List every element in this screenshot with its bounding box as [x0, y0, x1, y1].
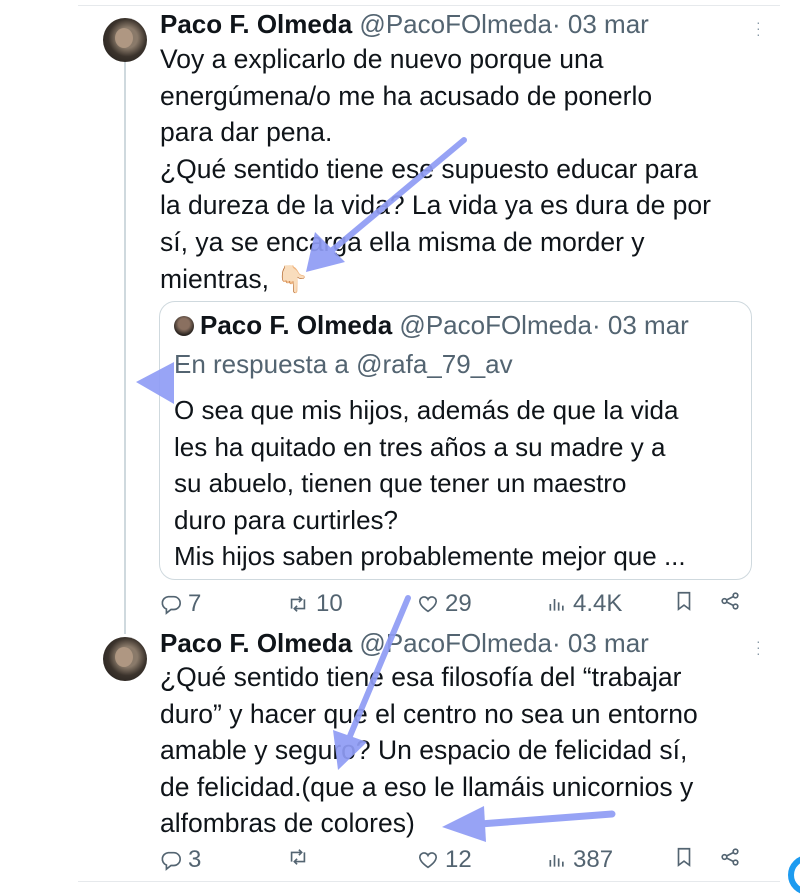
- bookmark-button[interactable]: [673, 846, 695, 868]
- reply-count: 3: [188, 846, 202, 873]
- share-icon: [721, 848, 739, 866]
- top-divider: [78, 5, 780, 6]
- quoted-author-handle: @PacoFOlmeda: [399, 310, 592, 340]
- separator-dot: ·: [592, 310, 601, 340]
- tweet-text-line: Voy a explicarlo de nuevo porque una: [160, 44, 604, 74]
- views-button[interactable]: 4.4K: [547, 590, 622, 618]
- retweet-button[interactable]: 10: [286, 590, 343, 618]
- author-name[interactable]: Paco F. Olmeda: [160, 628, 352, 658]
- tweet-text-line: mientras, 👇🏻: [160, 263, 310, 294]
- tweet-date[interactable]: 03 mar: [568, 628, 649, 658]
- author-handle[interactable]: @PacoFOlmeda: [359, 628, 552, 658]
- tweet-text-line: de felicidad.(que a eso le llamáis unico…: [160, 771, 694, 802]
- tweet-actions: 7 10 29 4.4K: [160, 590, 750, 624]
- quoted-header: Paco F. Olmeda @PacoFOlmeda· 03 mar: [200, 310, 689, 340]
- thread-connector-line: [124, 62, 126, 634]
- reply-button[interactable]: 7: [160, 590, 201, 618]
- tweet-actions: 3 12 387: [160, 846, 750, 880]
- tweet-1[interactable]: Paco F. Olmeda @PacoFOlmeda· 03 mar Voy …: [160, 9, 760, 297]
- tweet-2[interactable]: Paco F. Olmeda @PacoFOlmeda· 03 mar ¿Qué…: [160, 628, 760, 842]
- separator-dot: ·: [552, 628, 561, 658]
- compose-button-edge[interactable]: [788, 855, 800, 895]
- quoted-author-name: Paco F. Olmeda: [200, 310, 393, 340]
- bottom-divider: [78, 881, 780, 882]
- more-icon[interactable]: · · ·: [756, 634, 761, 660]
- separator-dot: ·: [552, 9, 561, 39]
- like-count: 29: [445, 590, 472, 617]
- quoted-avatar: [174, 316, 194, 336]
- avatar[interactable]: [103, 18, 147, 62]
- more-icon[interactable]: · · ·: [756, 15, 761, 41]
- quoted-text-line: su abuelo, tienen que tener un maestro: [174, 468, 627, 499]
- tweet-text: ¿Qué sentido tiene esa filosofía del “tr…: [160, 659, 760, 842]
- author-handle[interactable]: @PacoFOlmeda: [359, 9, 552, 39]
- views-count: 4.4K: [573, 590, 623, 617]
- retweet-count: 10: [316, 590, 343, 617]
- views-count: 387: [573, 846, 614, 873]
- tweet-text-line: ¿Qué sentido tiene ese supuesto educar p…: [160, 153, 698, 184]
- like-button[interactable]: 29: [417, 590, 472, 618]
- heart-icon: [418, 596, 438, 613]
- quoted-text-line: O sea que mis hijos, además de que la vi…: [174, 395, 679, 425]
- share-icon: [721, 592, 739, 610]
- reply-to-label: En respuesta a @rafa_79_av: [174, 349, 513, 379]
- bookmark-button[interactable]: [673, 590, 695, 612]
- reply-button[interactable]: 3: [160, 846, 201, 874]
- reply-count: 7: [188, 590, 202, 617]
- quoted-text: O sea que mis hijos, además de que la vi…: [174, 392, 744, 575]
- reply-icon: [161, 595, 181, 615]
- tweet-text-line: ¿Qué sentido tiene esa filosofía del “tr…: [160, 662, 682, 692]
- heart-icon: [418, 852, 438, 869]
- like-count: 12: [445, 846, 472, 873]
- tweet-text-line: duro” y hacer que el centro no sea un en…: [160, 698, 698, 729]
- tweet-text: Voy a explicarlo de nuevo porque una ene…: [160, 41, 760, 297]
- share-button[interactable]: [719, 590, 741, 612]
- quoted-text-line: duro para curtirles?: [174, 504, 398, 535]
- author-name[interactable]: Paco F. Olmeda: [160, 9, 352, 39]
- avatar[interactable]: [103, 637, 147, 681]
- tweet-header: Paco F. Olmeda @PacoFOlmeda· 03 mar: [160, 9, 760, 39]
- quoted-tweet-card[interactable]: Paco F. Olmeda @PacoFOlmeda· 03 mar En r…: [159, 301, 752, 580]
- tweet-text-line: sí, ya se encarga ella misma de morder y: [160, 226, 645, 257]
- share-button[interactable]: [719, 846, 741, 868]
- views-icon: [549, 599, 564, 611]
- quoted-text-line: Mis hijos saben probablemente mejor que …: [174, 541, 686, 572]
- tweet-header: Paco F. Olmeda @PacoFOlmeda· 03 mar: [160, 628, 760, 658]
- bookmark-icon: [677, 591, 691, 611]
- tweet-text-line: la dureza de la vida? La vida ya es dura…: [160, 190, 711, 221]
- tweet-text-line: para dar pena.: [160, 117, 333, 148]
- quoted-text-line: les ha quitado en tres años a su madre y…: [174, 431, 666, 462]
- retweet-button[interactable]: [286, 846, 316, 868]
- tweet-text-line: amable y seguro? Un espacio de felicidad…: [160, 735, 688, 766]
- like-button[interactable]: 12: [417, 846, 472, 874]
- tweet-date[interactable]: 03 mar: [568, 9, 649, 39]
- tweet-text-line: alfombras de colores): [160, 808, 415, 839]
- retweet-icon: [290, 849, 306, 865]
- retweet-icon: [290, 596, 306, 612]
- tweet-text-line: energúmena/o me ha acusado de ponerlo: [160, 80, 653, 111]
- views-button[interactable]: 387: [547, 846, 613, 874]
- views-icon: [549, 855, 564, 867]
- bookmark-icon: [677, 847, 691, 867]
- reply-icon: [161, 851, 181, 871]
- quoted-date: 03 mar: [607, 310, 689, 340]
